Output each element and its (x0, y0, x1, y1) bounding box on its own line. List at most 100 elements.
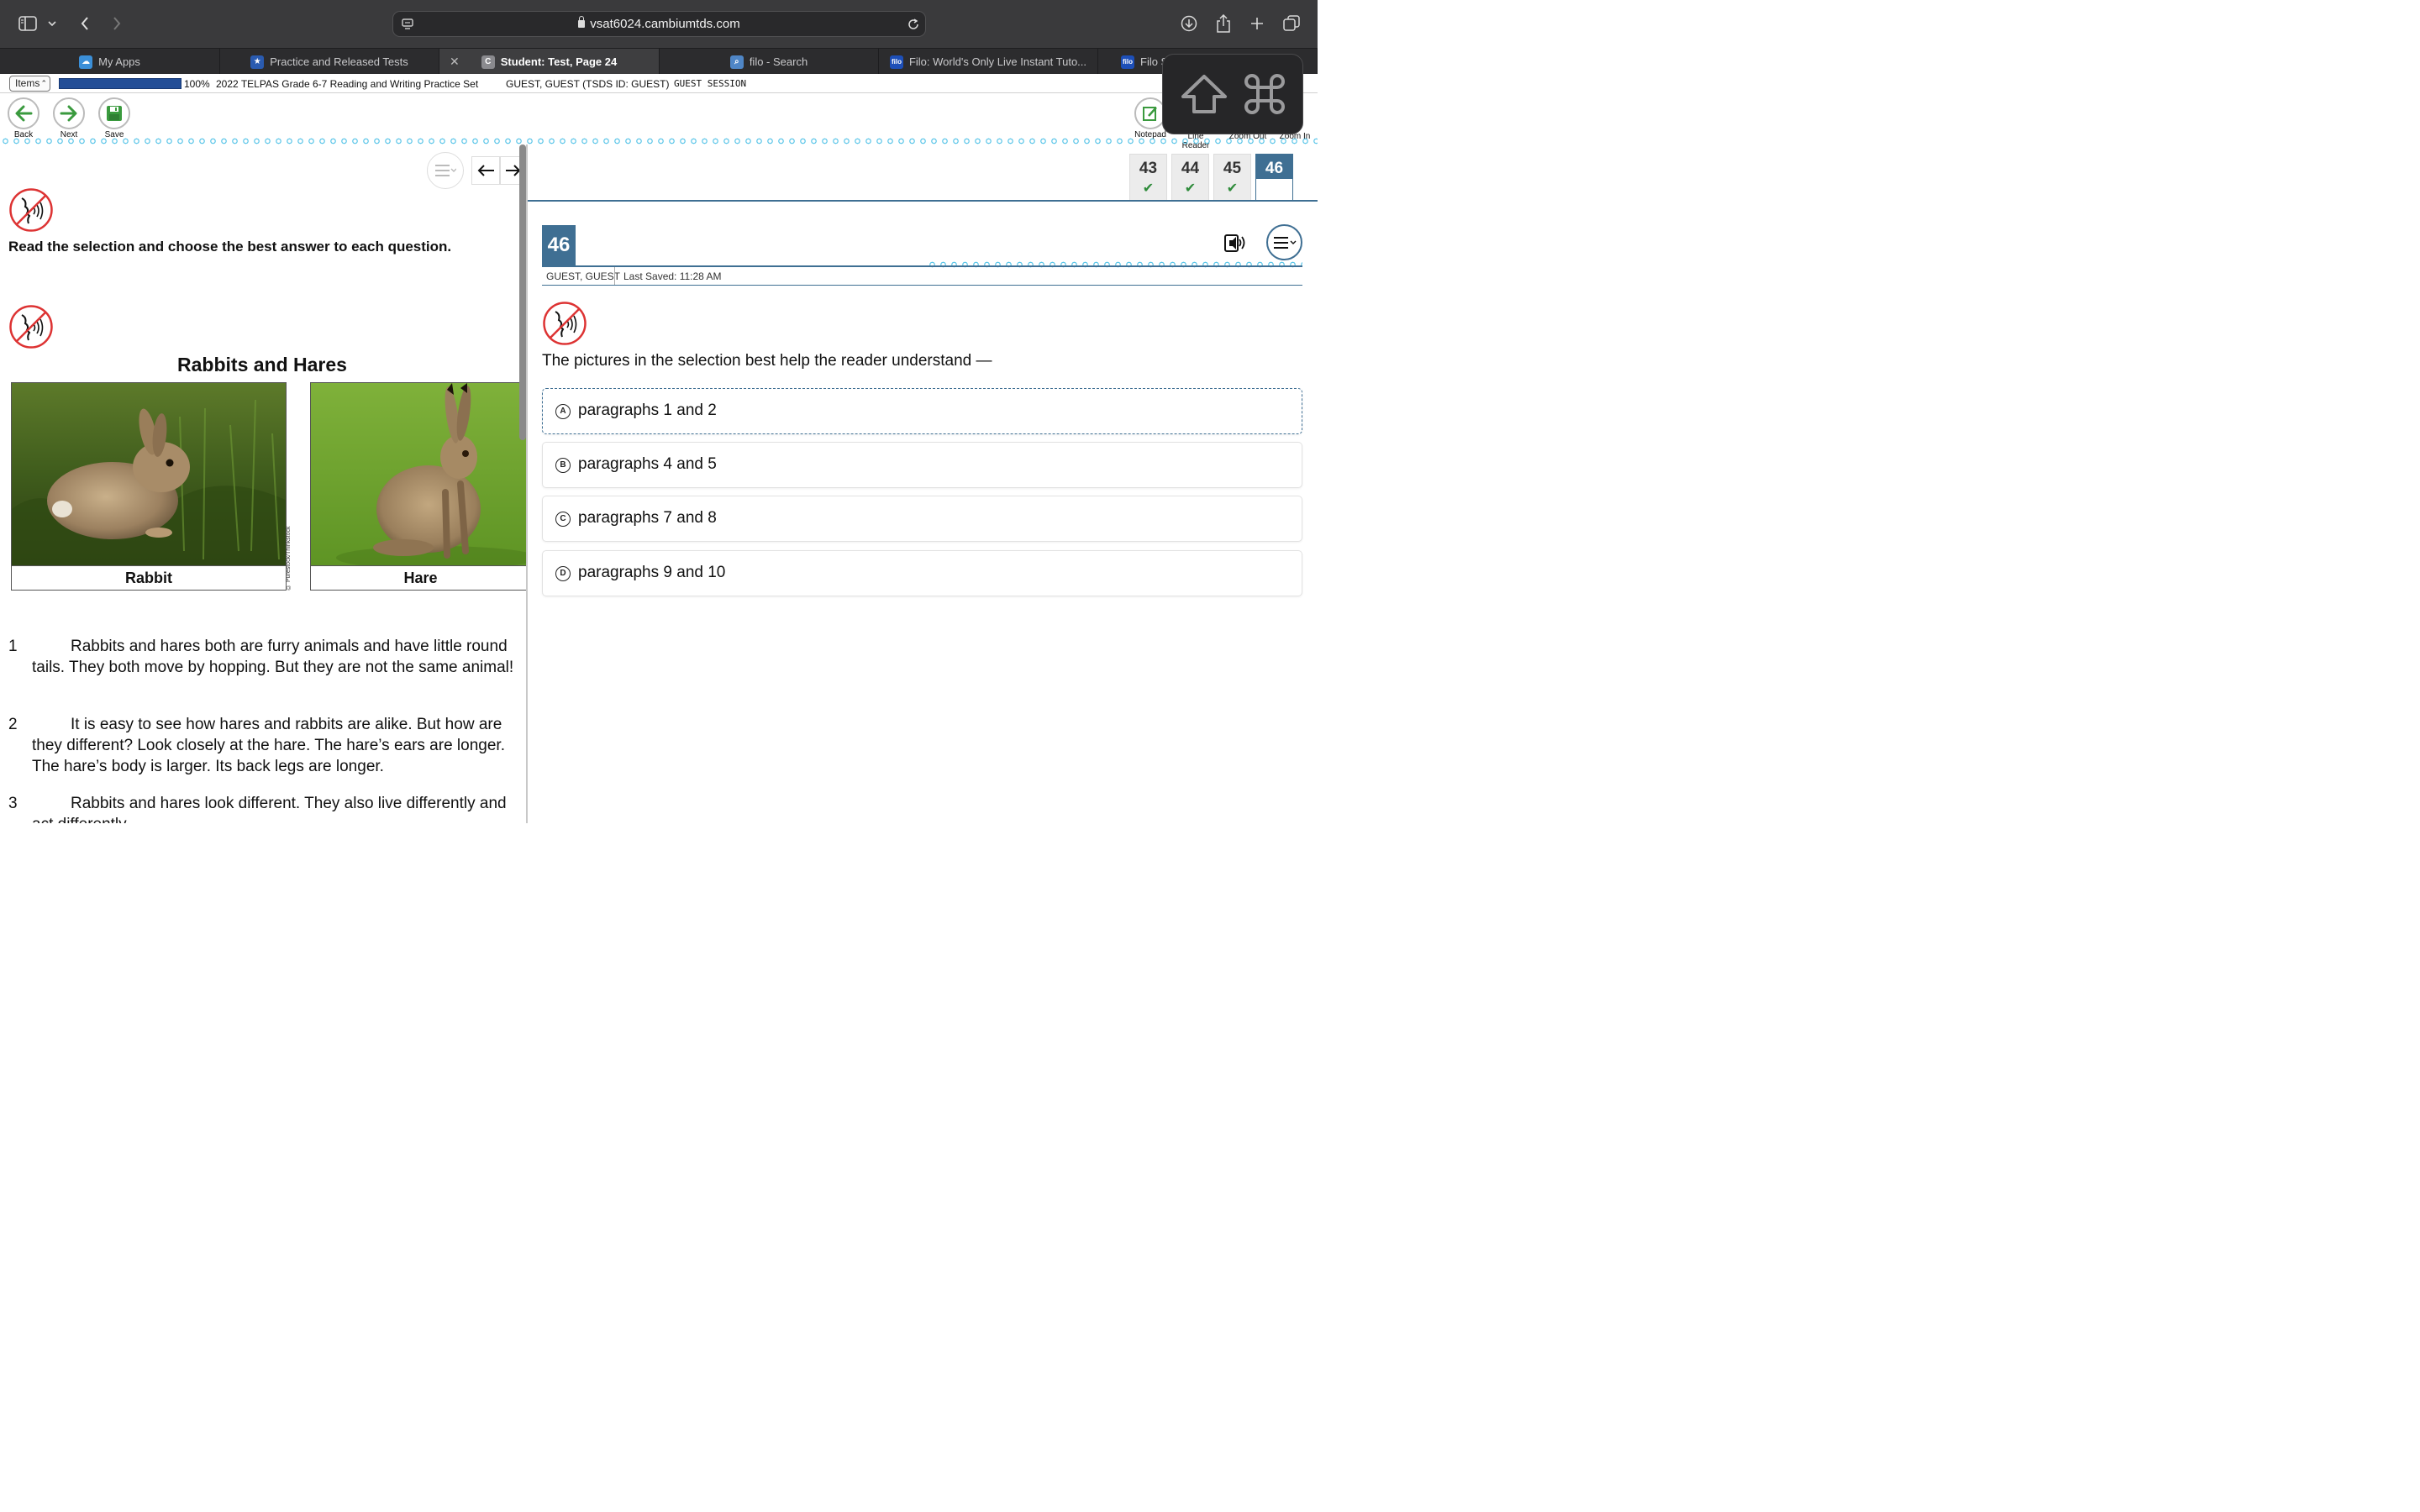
option-text: paragraphs 9 and 10 (578, 564, 726, 581)
arrow-left-icon (477, 165, 494, 176)
menu-icon (1273, 236, 1296, 249)
paragraph-text: Rabbits and hares look different. They a… (32, 795, 507, 823)
paragraph-number: 2 (8, 716, 18, 733)
no-read-aloud-icon (9, 188, 53, 232)
shift-key-icon (1181, 75, 1227, 113)
question-meta: GUEST, GUEST Last Saved: 11:28 AM (542, 267, 1302, 286)
session-id: GUEST SESSION (674, 78, 747, 89)
question-tab-45[interactable]: 45 ✔ (1213, 154, 1251, 201)
paragraph-2: 2 It is easy to see how hares and rabbit… (8, 714, 521, 777)
option-letter: D (555, 566, 571, 581)
answer-option-b[interactable]: B paragraphs 4 and 5 (542, 442, 1302, 488)
sidebar-toggle-icon[interactable] (15, 12, 40, 35)
paragraph-number: 1 (8, 638, 18, 655)
question-menu-button[interactable] (1266, 224, 1302, 260)
items-dropdown[interactable]: Items ⌃ (9, 76, 50, 92)
arrow-right-icon (60, 105, 77, 122)
collapse-left-button[interactable] (471, 156, 500, 185)
question-tab-number: 44 (1181, 160, 1200, 177)
question-tab-44[interactable]: 44 ✔ (1171, 154, 1209, 201)
tab-bar: ☁ My Apps ★ Practice and Released Tests … (0, 48, 1318, 75)
option-letter: B (555, 458, 571, 473)
question-student: GUEST, GUEST (546, 270, 621, 282)
url-text: vsat6024.cambiumtds.com (590, 17, 740, 31)
test-info-strip: Items ⌃ 100% 2022 TELPAS Grade 6-7 Readi… (0, 74, 1318, 93)
reload-icon[interactable] (901, 13, 926, 36)
filo-icon: filo (1121, 55, 1134, 69)
no-read-aloud-icon (543, 302, 587, 345)
checkmark-icon: ✔ (1184, 181, 1197, 196)
cloud-icon: ☁ (79, 55, 93, 69)
browser-toolbar: vsat6024.cambiumtds.com (0, 0, 1318, 48)
rabbit-image (12, 383, 286, 565)
chevron-down-icon[interactable] (42, 12, 62, 35)
address-bar[interactable]: vsat6024.cambiumtds.com (392, 11, 926, 37)
option-text: paragraphs 7 and 8 (578, 509, 717, 527)
close-icon[interactable]: ✕ (450, 55, 460, 69)
tab-my-apps[interactable]: ☁ My Apps (0, 49, 220, 75)
back-nav-icon[interactable] (72, 12, 97, 35)
save-button[interactable]: Save (93, 97, 135, 139)
back-button[interactable]: Back (3, 97, 45, 139)
tab-label: My Apps (98, 55, 140, 68)
question-tab-number: 45 (1223, 160, 1242, 177)
last-saved: Last Saved: 11:28 AM (623, 270, 722, 282)
star-icon: ★ (250, 55, 265, 69)
student-name: GUEST, GUEST (TSDS ID: GUEST) (506, 78, 670, 90)
checkmark-icon: ✔ (1142, 181, 1155, 196)
tab-label: filo - Search (749, 55, 808, 68)
items-dropdown-label: Items (15, 77, 40, 89)
rabbit-photo: Rabbit (11, 382, 287, 591)
answer-option-c[interactable]: C paragraphs 7 and 8 (542, 496, 1302, 542)
tab-label: Filo: World's Only Live Instant Tuto... (908, 55, 1087, 68)
question-tab-number: 46 (1265, 160, 1284, 177)
option-text: paragraphs 1 and 2 (578, 402, 717, 419)
hare-image (311, 383, 526, 565)
lock-icon (578, 16, 586, 28)
paragraph-1: 1 Rabbits and hares both are furry anima… (8, 636, 521, 678)
answer-option-d[interactable]: D paragraphs 9 and 10 (542, 550, 1302, 596)
question-tab-43[interactable]: 43 ✔ (1129, 154, 1167, 201)
updown-icon: ⌃ (40, 79, 47, 87)
passage-scrollbar[interactable] (519, 144, 526, 440)
no-read-aloud-icon (9, 305, 53, 349)
question-tab-number: 43 (1139, 160, 1158, 177)
notepad-icon (1143, 107, 1157, 121)
tab-overview-icon[interactable] (1279, 12, 1304, 35)
rabbit-caption: Rabbit (125, 570, 172, 586)
option-letter: A (555, 404, 571, 419)
tab-filo-tutor[interactable]: filo Filo: World's Only Live Instant Tut… (879, 49, 1098, 75)
c-icon: C (481, 55, 495, 69)
speak-button[interactable] (1221, 229, 1249, 256)
paragraph-3: 3 Rabbits and hares look different. They… (8, 793, 521, 823)
photo-credit: © Purestock/Thinkstock (286, 526, 292, 590)
arrow-left-icon (15, 105, 33, 122)
passage-menu-button[interactable] (427, 152, 464, 189)
filo-icon: filo (889, 55, 903, 69)
question-nav-line (528, 200, 1318, 202)
passage-instruction: Read the selection and choose the best a… (8, 239, 452, 255)
next-button[interactable]: Next (48, 97, 90, 139)
hare-photo: Hare (310, 382, 526, 591)
passage-pane[interactable]: Read the selection and choose the best a… (0, 144, 528, 823)
tab-filo-search[interactable]: ⌕ filo - Search (660, 49, 879, 75)
question-stem: The pictures in the selection best help … (542, 352, 992, 370)
tab-label: Student: Test, Page 24 (500, 55, 618, 68)
share-icon[interactable] (1211, 12, 1236, 35)
question-tab-46[interactable]: 46 (1255, 154, 1293, 202)
download-icon[interactable] (1176, 12, 1202, 35)
speaker-icon (1224, 234, 1245, 252)
floppy-disk-icon (107, 106, 122, 121)
new-tab-icon[interactable] (1244, 12, 1270, 35)
keyboard-modifier-overlay (1162, 54, 1303, 134)
test-toolbar: Back Next Save Notepad Line Reader Zoom … (0, 93, 1318, 150)
tab-practice-tests[interactable]: ★ Practice and Released Tests (220, 49, 439, 75)
paragraph-text: Rabbits and hares both are furry animals… (32, 638, 514, 676)
tab-student-test[interactable]: ✕ C Student: Test, Page 24 (439, 49, 660, 75)
answer-option-a[interactable]: A paragraphs 1 and 2 (542, 388, 1302, 434)
forward-nav-icon[interactable] (104, 12, 129, 35)
option-letter: C (555, 512, 571, 527)
divider-dots (0, 138, 1318, 144)
test-name: 2022 TELPAS Grade 6-7 Reading and Writin… (216, 78, 479, 90)
progress-bar (59, 78, 182, 89)
